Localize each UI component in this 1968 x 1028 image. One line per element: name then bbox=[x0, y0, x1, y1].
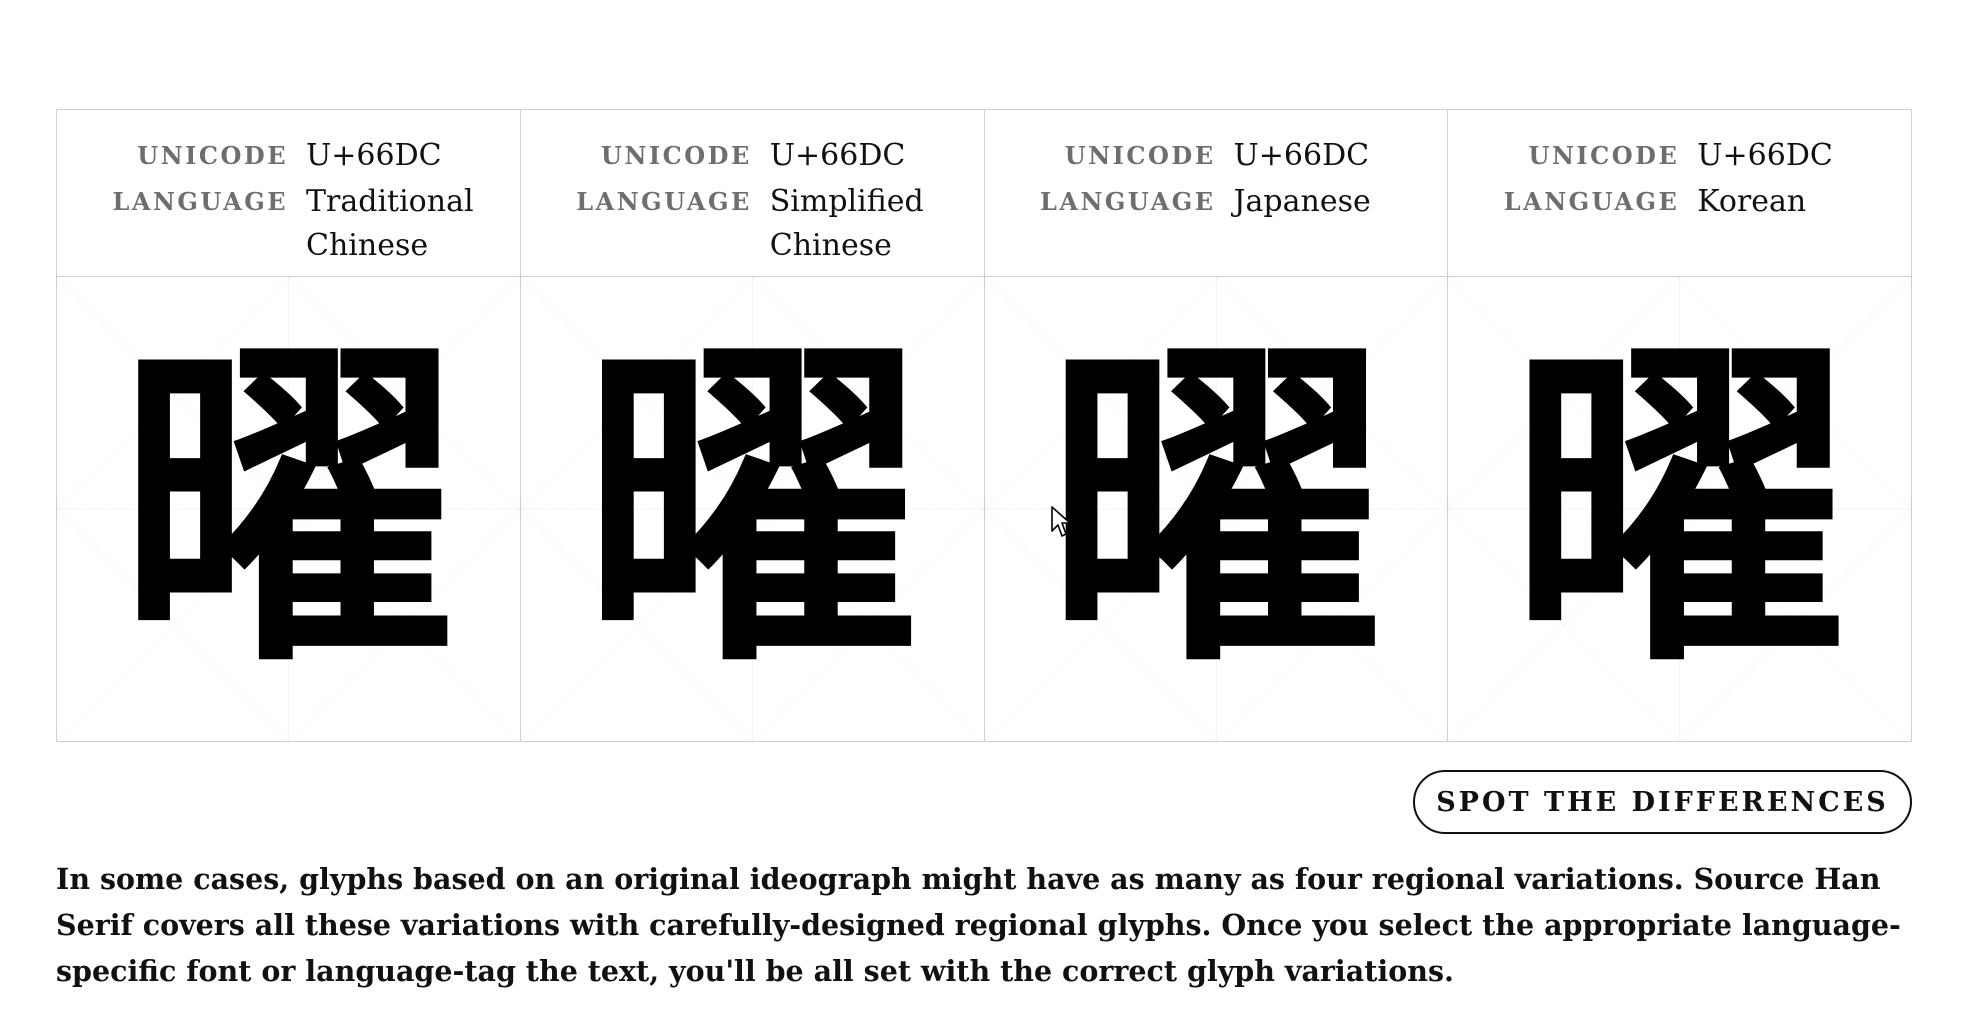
glyph-character: 曜 bbox=[1509, 309, 1850, 708]
mouse-pointer-icon bbox=[1051, 506, 1071, 537]
glyph-character: 曜 bbox=[582, 309, 923, 708]
glyph-card-traditional-chinese: Unicode U+66DC Language Traditional Chin… bbox=[57, 110, 521, 741]
language-label: Language bbox=[1503, 187, 1680, 216]
glyph-box: 曜 bbox=[1448, 277, 1911, 741]
language-value: Traditional Chinese bbox=[306, 184, 474, 263]
unicode-value: U+66DC bbox=[1233, 138, 1370, 173]
unicode-label: Unicode bbox=[1064, 141, 1216, 170]
unicode-label: Unicode bbox=[137, 141, 288, 170]
description-paragraph: In some cases, glyphs based on an origin… bbox=[56, 862, 1901, 988]
language-value: Korean bbox=[1697, 184, 1807, 219]
unicode-label: Unicode bbox=[601, 141, 752, 170]
glyph-card-japanese: Unicode U+66DC Language Japanese bbox=[984, 110, 1449, 741]
glyph-meta: Unicode U+66DC Language Traditional Chin… bbox=[57, 110, 520, 277]
language-value: Japanese bbox=[1233, 184, 1371, 219]
page: Unicode U+66DC Language Traditional Chin… bbox=[0, 0, 1968, 1028]
language-label: Language bbox=[112, 187, 288, 216]
glyph-comparison-grid: Unicode U+66DC Language Traditional Chin… bbox=[56, 109, 1912, 742]
glyph-meta: Unicode U+66DC Language Simplified Chine… bbox=[520, 110, 984, 277]
unicode-label: Unicode bbox=[1528, 141, 1680, 170]
glyph-meta: Unicode U+66DC Language Japanese bbox=[984, 110, 1448, 277]
unicode-value: U+66DC bbox=[306, 138, 442, 173]
unicode-value: U+66DC bbox=[1697, 138, 1833, 173]
glyph-card-simplified-chinese: Unicode U+66DC Language Simplified Chine… bbox=[520, 110, 985, 741]
unicode-value: U+66DC bbox=[769, 138, 906, 173]
glyph-box: 曜 bbox=[521, 277, 984, 741]
glyph-card-korean: Unicode U+66DC Language Korean bbox=[1448, 110, 1911, 741]
language-label: Language bbox=[1039, 187, 1216, 216]
spot-the-differences-button[interactable]: SPOT THE DIFFERENCES bbox=[1413, 770, 1912, 834]
glyph-character: 曜 bbox=[118, 309, 459, 708]
language-label: Language bbox=[576, 187, 752, 216]
glyph-meta: Unicode U+66DC Language Korean bbox=[1448, 110, 1911, 277]
glyph-box: 曜 bbox=[57, 277, 520, 741]
language-value: Simplified Chinese bbox=[769, 184, 924, 263]
